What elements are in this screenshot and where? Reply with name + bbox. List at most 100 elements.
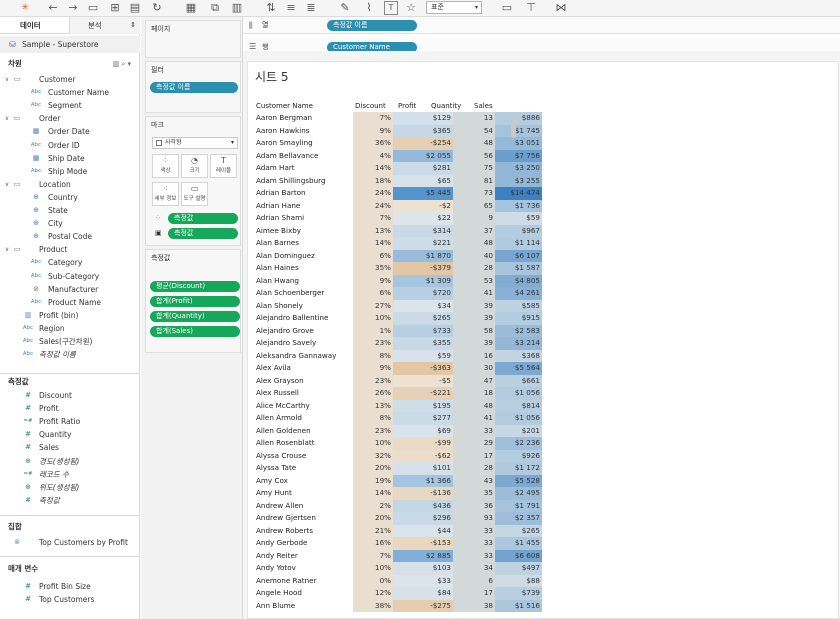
- table-row[interactable]: Alan Shonely 27% $34 39 $585: [248, 299, 838, 312]
- measure-item[interactable]: =# Profit Ratio: [0, 415, 139, 428]
- group-icon[interactable]: ⌇: [362, 1, 376, 15]
- dimension-item[interactable]: ⊘ Manufacturer: [0, 283, 139, 296]
- show-cards-icon[interactable]: ▭: [500, 1, 514, 15]
- save-icon[interactable]: ▭: [86, 1, 100, 15]
- new-sheet-icon[interactable]: ▦: [184, 1, 198, 15]
- folder-item[interactable]: ∨ ▭ Order: [0, 112, 139, 125]
- sort-ascending-icon[interactable]: ≡: [284, 1, 298, 15]
- dimension-item[interactable]: Abc Category: [0, 256, 139, 269]
- refresh-icon[interactable]: ↻: [150, 1, 164, 15]
- filters-card[interactable]: 필터 측정값 이름: [145, 61, 241, 113]
- mark-type-select[interactable]: 사각형 ▾: [152, 137, 238, 149]
- table-row[interactable]: Alex Russell 26% -$221 18 $1 056: [248, 387, 838, 400]
- table-row[interactable]: Aaron Smayling 36% -$254 48 $3 051: [248, 137, 838, 150]
- presentation-icon[interactable]: ⊤: [524, 1, 538, 15]
- dimension-item[interactable]: Abc Segment: [0, 99, 139, 112]
- table-row[interactable]: Adrian Shami 7% $22 9 $59: [248, 212, 838, 225]
- swap-icon[interactable]: ⇅: [264, 1, 278, 15]
- table-row[interactable]: Aaron Bergman 7% $129 13 $886: [248, 112, 838, 125]
- sort-descending-icon[interactable]: ≣: [304, 1, 318, 15]
- dimension-item[interactable]: ⊕ State: [0, 204, 139, 217]
- table-row[interactable]: Angele Hood 12% $84 17 $739: [248, 587, 838, 600]
- folder-item[interactable]: ∨ ▭ Product: [0, 243, 139, 256]
- table-row[interactable]: Adrian Hane 24% -$2 65 $1 736: [248, 199, 838, 212]
- datasource-item[interactable]: ⛁ Sample - Superstore: [0, 36, 140, 53]
- pause-update-icon[interactable]: ▤: [128, 1, 142, 15]
- measure-pill-profit[interactable]: 합계(Profit): [150, 296, 240, 307]
- table-row[interactable]: Andy Gerbode 16% -$153 33 $1 455: [248, 537, 838, 550]
- dimension-item[interactable]: Abc Customer Name: [0, 86, 139, 99]
- measure-item[interactable]: # Discount: [0, 389, 139, 402]
- pin-icon[interactable]: ☆: [404, 1, 418, 15]
- table-row[interactable]: Andrew Allen 2% $436 36 $1 791: [248, 499, 838, 512]
- redo-icon[interactable]: →: [66, 1, 80, 15]
- folder-item[interactable]: ∨ ▭ Location: [0, 178, 139, 191]
- table-row[interactable]: Alan Hwang 9% $1 309 53 $4 805: [248, 274, 838, 287]
- measure-item[interactable]: =# 레코드 수: [0, 468, 139, 481]
- table-row[interactable]: Alice McCarthy 13% $195 48 $814: [248, 399, 838, 412]
- highlight-icon[interactable]: ✎: [338, 1, 352, 15]
- table-row[interactable]: Allen Armold 8% $277 41 $1 056: [248, 412, 838, 425]
- rows-shelf[interactable]: ☰ 행 Customer Name: [243, 38, 840, 53]
- measure-pill-sales[interactable]: 합계(Sales): [150, 326, 240, 337]
- scrollbar[interactable]: [511, 116, 516, 138]
- measure-item[interactable]: ⊕ 경도(생성됨): [0, 455, 139, 468]
- table-row[interactable]: Alyssa Tate 20% $101 28 $1 172: [248, 462, 838, 475]
- column-header[interactable]: Quantity: [431, 102, 461, 110]
- tooltip-button[interactable]: ▭ 도구 설명: [181, 182, 208, 206]
- detail-button[interactable]: ⁖ 세부 정보: [152, 182, 179, 206]
- table-row[interactable]: Alejandro Grove 1% $733 58 $2 583: [248, 324, 838, 337]
- share-icon[interactable]: ⋈: [554, 1, 568, 15]
- tab-data[interactable]: 데이터: [0, 17, 70, 34]
- measure-item[interactable]: # Quantity: [0, 428, 139, 441]
- columns-pill[interactable]: 측정값 이름: [327, 20, 417, 31]
- table-row[interactable]: Alan Haines 35% -$379 28 $1 587: [248, 262, 838, 275]
- fit-select[interactable]: 표준 ▾: [426, 1, 482, 14]
- table-row[interactable]: Alyssa Crouse 32% -$62 17 $926: [248, 449, 838, 462]
- table-row[interactable]: Adam Shillingsburg 18% $65 81 $3 255: [248, 174, 838, 187]
- measure-item[interactable]: ⊕ 위도(생성됨): [0, 481, 139, 494]
- column-header[interactable]: Customer Name: [256, 102, 313, 110]
- clear-sheet-icon[interactable]: ▥: [230, 1, 244, 15]
- label-pill[interactable]: 측정값: [168, 228, 238, 239]
- table-row[interactable]: Amy Hunt 14% -$136 35 $2 495: [248, 487, 838, 500]
- table-row[interactable]: Alan Dominguez 6% $1 870 40 $6 107: [248, 249, 838, 262]
- duplicate-sheet-icon[interactable]: ⧉: [208, 1, 222, 15]
- dimension-item[interactable]: Abc Sub-Category: [0, 270, 139, 283]
- table-row[interactable]: Andy Reiter 7% $2 885 33 $6 608: [248, 549, 838, 562]
- table-row[interactable]: Alejandro Savely 23% $355 39 $3 214: [248, 337, 838, 350]
- measure-item[interactable]: # 측정값: [0, 494, 139, 507]
- table-row[interactable]: Anemone Ratner 0% $33 6 $88: [248, 574, 838, 587]
- measure-item[interactable]: # Sales: [0, 441, 139, 454]
- dimension-item[interactable]: ⊕ Country: [0, 191, 139, 204]
- table-row[interactable]: Allen Goldenen 23% $69 33 $201: [248, 424, 838, 437]
- dimension-item[interactable]: Abc Product Name: [0, 296, 139, 309]
- tableau-logo-icon[interactable]: ✳: [18, 1, 32, 15]
- dimension-item[interactable]: ▥ Profit (bin): [0, 309, 139, 322]
- show-labels-icon[interactable]: T: [384, 1, 398, 15]
- pages-card[interactable]: 페이지: [145, 20, 241, 58]
- color-pill[interactable]: 측정값: [168, 213, 238, 224]
- dimension-item[interactable]: ⊕ City: [0, 217, 139, 230]
- dimension-item[interactable]: Abc 측정값 이름: [0, 348, 139, 361]
- table-row[interactable]: Aaron Hawkins 9% $365 54 $1 745: [248, 124, 838, 137]
- column-header[interactable]: Sales: [474, 102, 493, 110]
- table-row[interactable]: Aleksandra Gannaway 8% $59 16 $368: [248, 349, 838, 362]
- table-row[interactable]: Adam Hart 14% $281 75 $3 250: [248, 162, 838, 175]
- dimension-item[interactable]: Abc Order ID: [0, 139, 139, 152]
- chevron-down-icon[interactable]: ∨: [3, 73, 11, 86]
- dimension-item[interactable]: ⊕ Postal Code: [0, 230, 139, 243]
- dimension-item[interactable]: Abc Region: [0, 322, 139, 335]
- table-row[interactable]: Allen Rosenblatt 10% -$99 29 $2 236: [248, 437, 838, 450]
- dimension-item[interactable]: Abc Sales(구간차원): [0, 335, 139, 348]
- column-header[interactable]: Profit: [398, 102, 416, 110]
- columns-shelf[interactable]: ⫼ 열 측정값 이름: [243, 17, 840, 34]
- label-button[interactable]: T 레이블: [210, 154, 237, 178]
- color-button[interactable]: ⁘ 색상: [152, 154, 179, 178]
- table-row[interactable]: Amy Cox 19% $1 366 43 $5 528: [248, 474, 838, 487]
- table-row[interactable]: Alex Grayson 23% -$5 47 $661: [248, 374, 838, 387]
- set-item[interactable]: ⊚ Top Customers by Profit: [0, 536, 139, 549]
- dimension-item[interactable]: Abc Ship Mode: [0, 165, 139, 178]
- size-button[interactable]: ◔ 크기: [181, 154, 208, 178]
- chevron-down-icon[interactable]: ∨: [3, 178, 11, 191]
